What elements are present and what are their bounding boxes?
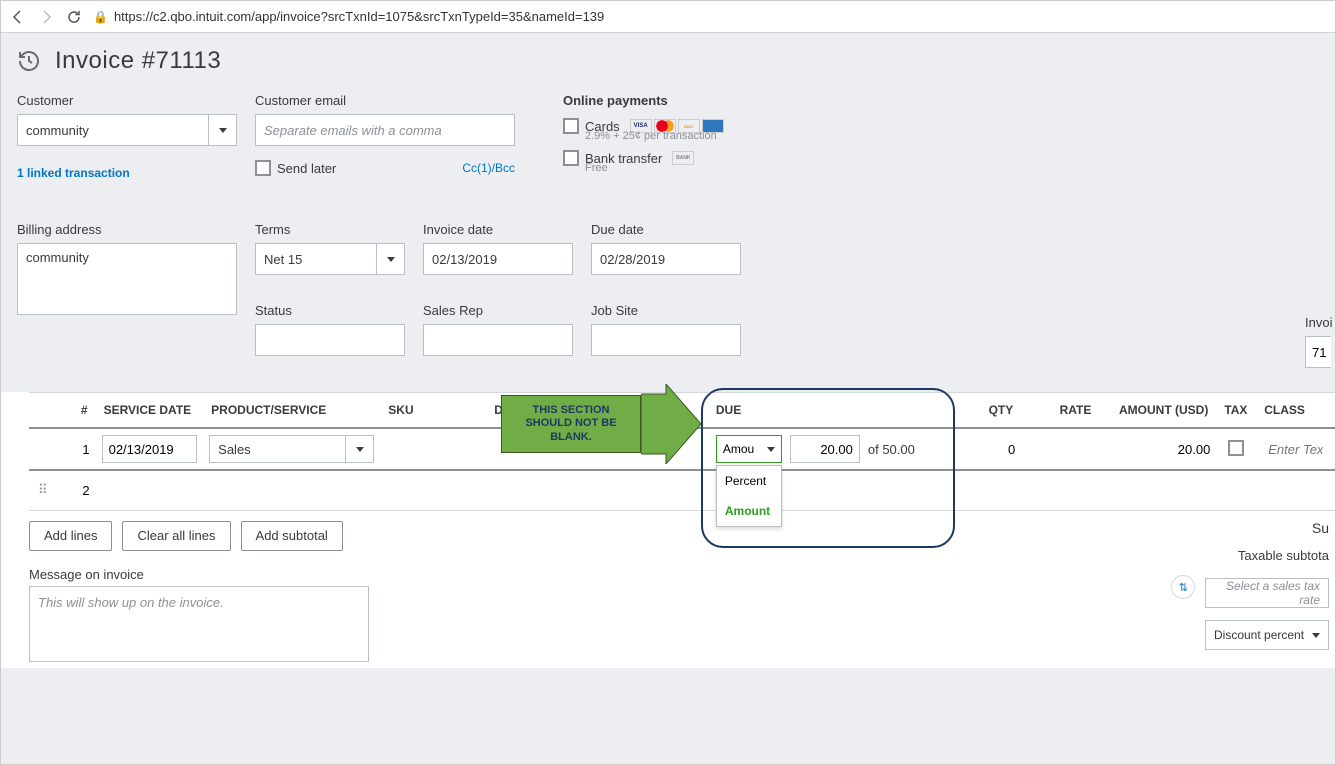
jobsite-input[interactable] bbox=[591, 324, 741, 356]
col-tax: TAX bbox=[1216, 393, 1256, 429]
callout-annotation: THIS SECTION SHOULD NOT BE BLANK. bbox=[501, 384, 701, 464]
taxable-subtotal-label: Taxable subtota bbox=[1171, 548, 1329, 563]
due-type-select[interactable]: Amou bbox=[716, 435, 782, 463]
invoice-date-input[interactable] bbox=[423, 243, 573, 275]
swap-icon[interactable]: ⇅ bbox=[1171, 575, 1195, 599]
product-select-button[interactable] bbox=[346, 435, 374, 463]
row-num: 2 bbox=[57, 470, 96, 510]
customer-select[interactable]: community bbox=[17, 114, 209, 146]
page-content: Invoice #71113 Customer community 1 link… bbox=[1, 33, 1335, 764]
subtotal-label: Su bbox=[1171, 520, 1329, 536]
discount-select[interactable]: Discount percent bbox=[1205, 620, 1329, 650]
bank-badge: BANK bbox=[672, 151, 694, 165]
col-amount: AMOUNT (USD) bbox=[1099, 393, 1216, 429]
message-label: Message on invoice bbox=[29, 567, 1307, 582]
reload-icon[interactable] bbox=[65, 8, 83, 26]
page-title: Invoice #71113 bbox=[55, 47, 221, 75]
col-service-date: SERVICE DATE bbox=[96, 393, 204, 429]
qty-cell[interactable]: 0 bbox=[944, 428, 1022, 470]
amount-cell: 20.00 bbox=[1099, 428, 1216, 470]
due-date-input[interactable] bbox=[591, 243, 741, 275]
sales-tax-select[interactable]: Select a sales tax rate bbox=[1205, 578, 1329, 608]
customer-label: Customer bbox=[17, 93, 237, 108]
browser-bar: 🔒 https://c2.qbo.intuit.com/app/invoice?… bbox=[1, 1, 1335, 33]
invoice-no-label: Invoi bbox=[1305, 315, 1335, 330]
back-icon[interactable] bbox=[9, 8, 27, 26]
email-label: Customer email bbox=[255, 93, 515, 108]
lock-icon: 🔒 bbox=[93, 10, 108, 24]
col-due: DUE bbox=[686, 393, 944, 429]
line-items-area: # SERVICE DATE PRODUCT/SERVICE SKU DE DU… bbox=[1, 392, 1335, 668]
status-input[interactable] bbox=[255, 324, 405, 356]
clear-lines-button[interactable]: Clear all lines bbox=[122, 521, 230, 551]
terms-select-button[interactable] bbox=[377, 243, 405, 275]
drag-handle-icon[interactable]: ⠿ bbox=[29, 470, 57, 510]
salesrep-label: Sales Rep bbox=[423, 303, 573, 318]
add-lines-button[interactable]: Add lines bbox=[29, 521, 112, 551]
terms-select[interactable]: Net 15 bbox=[255, 243, 377, 275]
cards-subtext: 2.9% + 25¢ per transaction bbox=[585, 130, 724, 142]
col-qty: QTY bbox=[944, 393, 1022, 429]
table-row[interactable]: ⠿ 2 bbox=[29, 470, 1335, 510]
history-icon[interactable] bbox=[17, 49, 41, 73]
arrow-icon bbox=[641, 384, 701, 464]
col-rate: RATE bbox=[1021, 393, 1099, 429]
online-payments-label: Online payments bbox=[563, 93, 724, 108]
col-num: # bbox=[57, 393, 96, 429]
email-input[interactable] bbox=[255, 114, 515, 146]
due-of-text: of 50.00 bbox=[868, 442, 915, 457]
due-type-dropdown: Percent Amount bbox=[716, 465, 782, 527]
add-subtotal-button[interactable]: Add subtotal bbox=[241, 521, 343, 551]
jobsite-label: Job Site bbox=[591, 303, 741, 318]
tax-checkbox[interactable] bbox=[1228, 440, 1244, 456]
invoice-date-label: Invoice date bbox=[423, 222, 573, 237]
col-sku: SKU bbox=[380, 393, 486, 429]
service-date-input[interactable] bbox=[102, 435, 198, 463]
col-product: PRODUCT/SERVICE bbox=[203, 393, 380, 429]
row-num: 1 bbox=[57, 428, 96, 470]
product-select[interactable]: Sales bbox=[209, 435, 346, 463]
checkbox-icon bbox=[255, 160, 271, 176]
invoice-no-input[interactable] bbox=[1305, 336, 1331, 368]
terms-label: Terms bbox=[255, 222, 405, 237]
due-option-percent[interactable]: Percent bbox=[717, 466, 781, 496]
class-input[interactable] bbox=[1262, 435, 1329, 463]
send-later-checkbox[interactable]: Send later bbox=[255, 160, 336, 176]
forward-icon[interactable] bbox=[37, 8, 55, 26]
customer-select-button[interactable] bbox=[209, 114, 237, 146]
message-textarea[interactable]: This will show up on the invoice. bbox=[29, 586, 369, 662]
url-text: https://c2.qbo.intuit.com/app/invoice?sr… bbox=[114, 9, 604, 24]
status-label: Status bbox=[255, 303, 405, 318]
linked-transaction-link[interactable]: 1 linked transaction bbox=[17, 166, 237, 180]
col-class: CLASS bbox=[1256, 393, 1335, 429]
address-bar[interactable]: 🔒 https://c2.qbo.intuit.com/app/invoice?… bbox=[93, 9, 1327, 24]
billing-label: Billing address bbox=[17, 222, 237, 237]
billing-address-input[interactable] bbox=[17, 243, 237, 315]
due-option-amount[interactable]: Amount bbox=[717, 496, 781, 526]
due-amount-input[interactable] bbox=[790, 435, 860, 463]
due-date-label: Due date bbox=[591, 222, 741, 237]
salesrep-input[interactable] bbox=[423, 324, 573, 356]
ccbcc-link[interactable]: Cc(1)/Bcc bbox=[462, 161, 515, 175]
